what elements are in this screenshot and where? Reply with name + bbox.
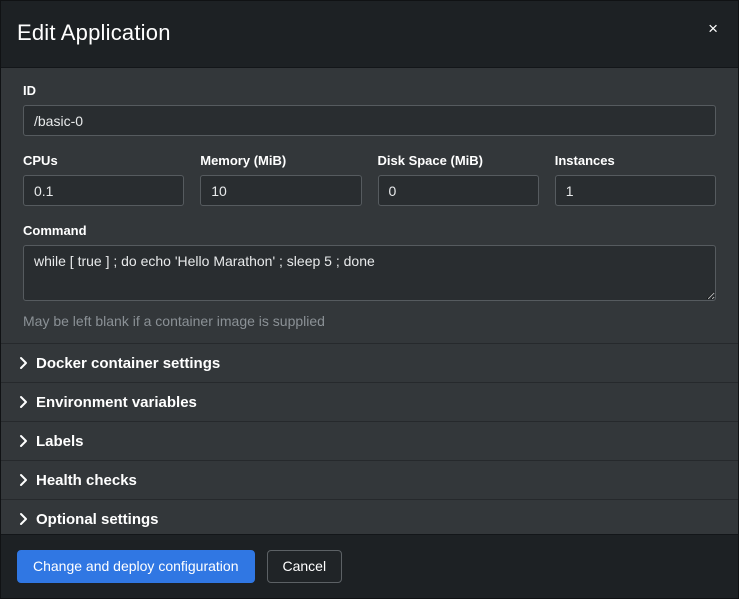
memory-label: Memory (MiB): [200, 153, 361, 168]
section-title: Labels: [36, 433, 84, 450]
chevron-right-icon: [19, 395, 33, 409]
cancel-button[interactable]: Cancel: [267, 550, 343, 583]
section-optional-settings[interactable]: Optional settings: [1, 500, 738, 534]
section-title: Environment variables: [36, 394, 197, 411]
cpus-label: CPUs: [23, 153, 184, 168]
command-help-text: May be left blank if a container image i…: [23, 313, 716, 329]
page-title: Edit Application: [17, 20, 171, 46]
modal-header: Edit Application ×: [1, 1, 738, 68]
close-icon[interactable]: ×: [704, 18, 722, 39]
resources-row: CPUs Memory (MiB) Disk Space (MiB) Insta…: [1, 153, 738, 206]
id-input[interactable]: [23, 105, 716, 136]
chevron-right-icon: [19, 512, 33, 526]
instances-input[interactable]: [555, 175, 716, 206]
section-docker-container-settings[interactable]: Docker container settings: [1, 344, 738, 383]
section-title: Health checks: [36, 472, 137, 489]
section-environment-variables[interactable]: Environment variables: [1, 383, 738, 422]
section-title: Optional settings: [36, 511, 159, 528]
memory-field-group: Memory (MiB): [200, 153, 361, 206]
id-field-group: ID: [1, 83, 738, 136]
change-and-deploy-button[interactable]: Change and deploy configuration: [17, 550, 255, 583]
edit-application-modal: Edit Application × ID CPUs Memory (MiB) …: [0, 0, 739, 599]
section-title: Docker container settings: [36, 355, 220, 372]
command-label: Command: [23, 223, 716, 238]
modal-footer: Change and deploy configuration Cancel: [1, 534, 738, 598]
memory-input[interactable]: [200, 175, 361, 206]
section-labels[interactable]: Labels: [1, 422, 738, 461]
chevron-right-icon: [19, 473, 33, 487]
instances-field-group: Instances: [555, 153, 716, 206]
collapsible-sections: Docker container settings Environment va…: [1, 343, 738, 534]
cpus-field-group: CPUs: [23, 153, 184, 206]
disk-field-group: Disk Space (MiB): [378, 153, 539, 206]
disk-label: Disk Space (MiB): [378, 153, 539, 168]
command-textarea[interactable]: while [ true ] ; do echo 'Hello Marathon…: [23, 245, 716, 301]
modal-body: ID CPUs Memory (MiB) Disk Space (MiB) In…: [1, 68, 738, 534]
command-field-group: Command while [ true ] ; do echo 'Hello …: [1, 223, 738, 329]
instances-label: Instances: [555, 153, 716, 168]
id-label: ID: [23, 83, 716, 98]
chevron-right-icon: [19, 434, 33, 448]
chevron-right-icon: [19, 356, 33, 370]
disk-input[interactable]: [378, 175, 539, 206]
section-health-checks[interactable]: Health checks: [1, 461, 738, 500]
cpus-input[interactable]: [23, 175, 184, 206]
